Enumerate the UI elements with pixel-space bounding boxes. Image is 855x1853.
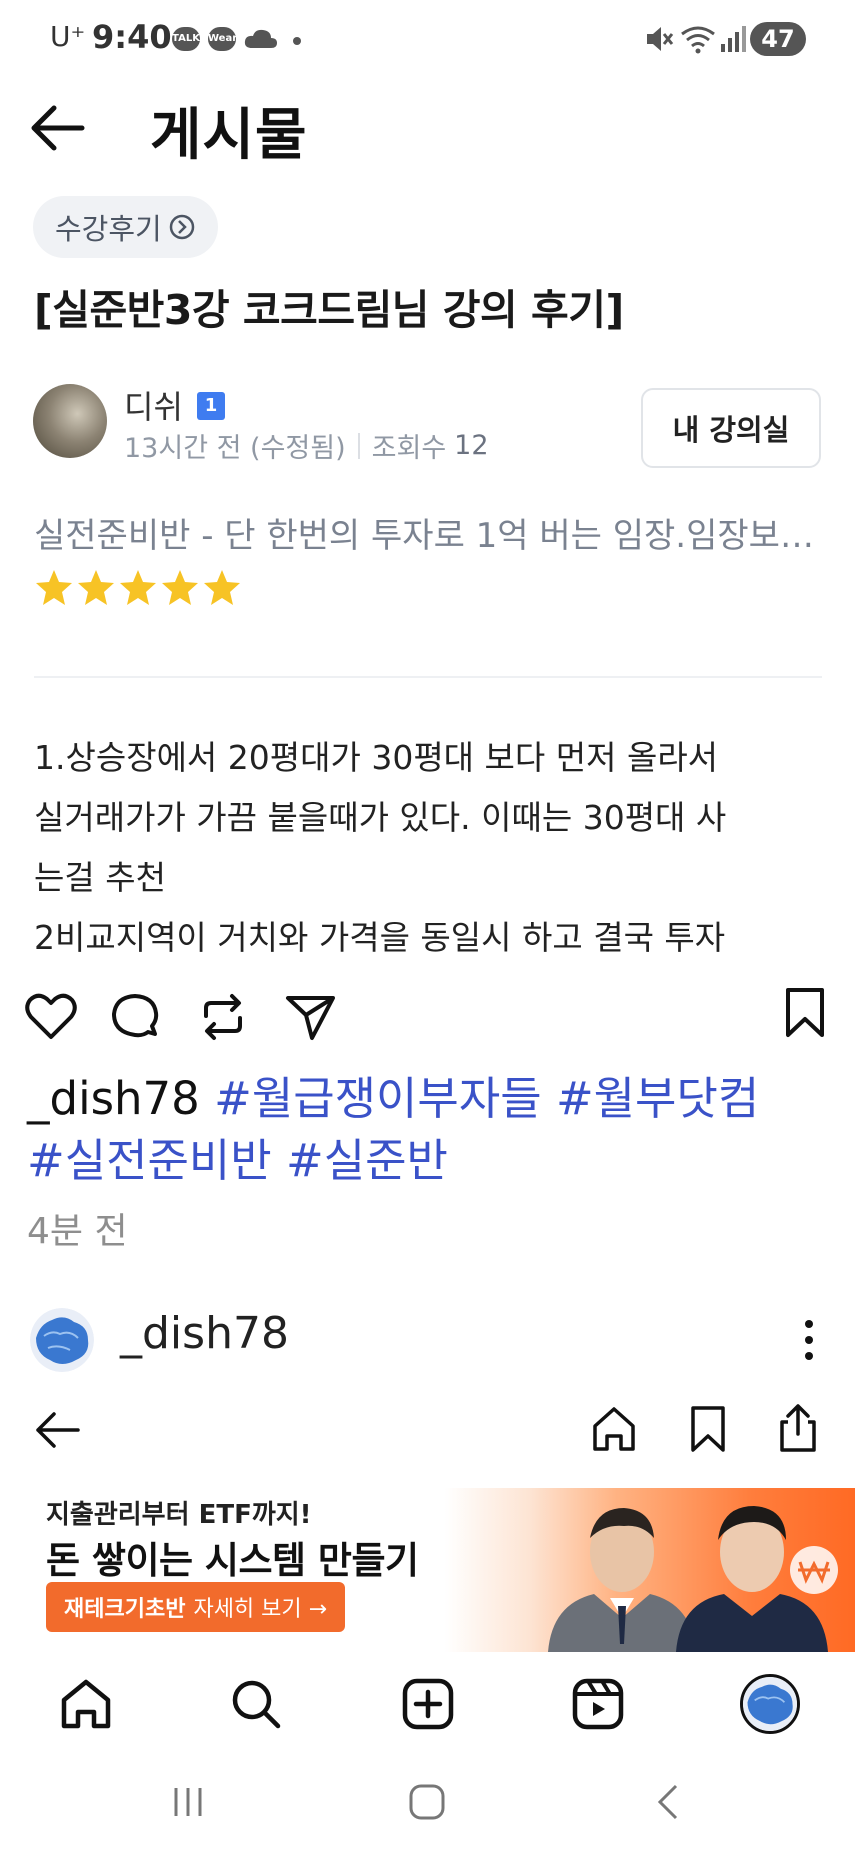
ad-subheadline: 지출관리부터 ETF까지! <box>46 1500 312 1530</box>
course-name[interactable]: 실전준비반 - 단 한번의 투자로 1억 버는 임장.임장보고서 작성법 <box>34 508 824 557</box>
chevron-circle-icon <box>169 214 194 240</box>
ad-headline: 돈 쌓이는 시스템 만들기 <box>46 1539 419 1582</box>
ad-cta-rest: 자세히 보기 → <box>193 1597 328 1622</box>
kakaotalk-icon: TALK <box>172 27 200 51</box>
carrier-label: U⁺ <box>50 20 86 53</box>
post-time: 13시간 전 (수정됨) <box>124 433 346 464</box>
signal-icon <box>721 26 746 52</box>
send-icon[interactable] <box>284 990 338 1044</box>
reels-icon[interactable] <box>570 1676 626 1732</box>
star-icon <box>204 570 240 605</box>
cloud-icon <box>244 29 277 48</box>
post-caption: _dish78 #월급쟁이부자들 #월부닷컴 #실전준비반 #실준반 <box>27 1068 827 1192</box>
recent-apps-icon[interactable] <box>168 1782 208 1822</box>
author-name[interactable]: 디쉬 <box>124 382 183 428</box>
hashtag[interactable]: #월급쟁이부자들 <box>214 1072 542 1125</box>
home-icon[interactable] <box>58 1676 114 1732</box>
page-title: 게시물 <box>150 103 308 168</box>
star-icon <box>78 570 114 605</box>
divider <box>34 676 822 678</box>
star-icon <box>36 570 72 605</box>
post-body: 1.상승장에서 20평대가 30평대 보다 먼저 올라서 실거래가가 가끔 붙을… <box>34 738 727 957</box>
star-rating <box>34 568 242 608</box>
notification-dot-icon <box>293 37 301 45</box>
share-icon[interactable] <box>774 1402 822 1454</box>
author-level-badge: 1 <box>197 392 225 420</box>
wear-icon: Wear <box>208 27 237 51</box>
post-meta: 13시간 전 (수정됨) 조회수 12 <box>124 426 489 465</box>
system-back-icon[interactable] <box>648 1782 688 1822</box>
category-label: 수강후기 <box>55 212 162 246</box>
hashtag[interactable]: #월부닷컴 <box>556 1072 759 1125</box>
mute-icon <box>647 27 674 51</box>
ad-cta-button[interactable]: 재테크기초반 자세히 보기 → <box>46 1582 346 1632</box>
create-post-icon[interactable] <box>400 1676 456 1732</box>
hashtag[interactable]: #실전준비반 <box>27 1134 272 1187</box>
ad-banner[interactable]: 지출관리부터 ETF까지! 돈 쌓이는 시스템 만들기 재테크기초반 자세히 보… <box>0 1488 855 1652</box>
wifi-icon <box>681 26 715 54</box>
repost-icon[interactable] <box>196 990 250 1044</box>
battery-indicator: 47 <box>750 22 806 56</box>
category-chip[interactable]: 수강후기 <box>33 196 218 258</box>
caption-username[interactable]: _dish78 <box>27 1072 200 1125</box>
status-bar: U⁺ 9:40 TALK Wear 47 <box>0 0 855 80</box>
comment-icon[interactable] <box>108 990 162 1044</box>
post-title: [실준반3강 코크드림님 강의 후기] <box>34 286 624 334</box>
search-icon[interactable] <box>228 1676 284 1732</box>
back-arrow-icon[interactable] <box>30 100 88 156</box>
bookmark-icon[interactable] <box>778 986 832 1040</box>
back-arrow-icon[interactable] <box>34 1406 82 1454</box>
bookmark-icon[interactable] <box>684 1404 732 1454</box>
my-classroom-button[interactable]: 내 강의실 <box>641 388 821 468</box>
more-options-icon[interactable] <box>796 1316 822 1364</box>
heart-icon[interactable] <box>24 990 78 1044</box>
ad-cta-strong: 재테크기초반 <box>64 1597 186 1622</box>
profile-username[interactable]: _dish78 <box>120 1308 289 1359</box>
star-icon <box>120 570 156 605</box>
profile-avatar[interactable] <box>30 1308 94 1372</box>
views-label: 조회수 <box>371 433 447 464</box>
home-button-icon[interactable] <box>407 1782 447 1822</box>
views-count: 12 <box>454 430 489 461</box>
hashtag[interactable]: #실준반 <box>286 1134 448 1187</box>
star-icon <box>162 570 198 605</box>
posted-time: 4분 전 <box>27 1211 128 1252</box>
status-time: 9:40 <box>92 18 172 56</box>
meta-divider <box>357 432 360 459</box>
profile-avatar[interactable] <box>740 1674 800 1734</box>
brand-logo-icon <box>790 1546 838 1594</box>
home-icon[interactable] <box>590 1404 638 1454</box>
author-avatar[interactable] <box>33 384 107 458</box>
